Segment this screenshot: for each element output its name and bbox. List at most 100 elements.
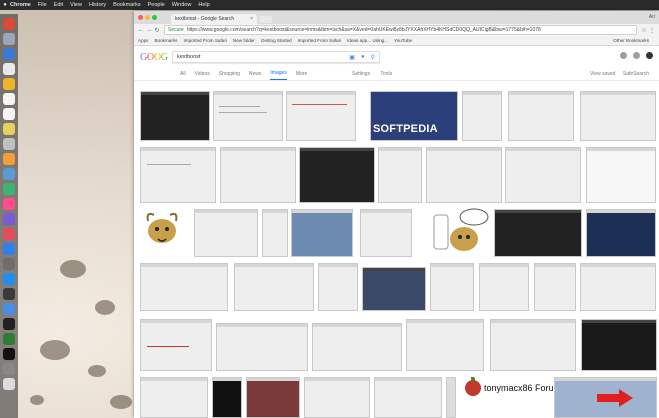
menu-dots-icon[interactable]: ⋮ [648,27,656,34]
tools-link[interactable]: Tools [380,71,392,77]
dock-app-icon[interactable] [3,17,15,30]
back-arrow-icon[interactable]: ← [137,27,145,33]
image-result[interactable] [262,209,288,257]
camera-icon[interactable]: ▣ [349,54,355,61]
dock-app-icon[interactable] [3,92,15,105]
tab-more[interactable]: More [296,71,307,80]
image-result[interactable] [286,91,356,141]
menu-item-bookmarks[interactable]: Bookmarks [113,2,141,8]
image-result[interactable] [140,147,216,203]
menu-item-file[interactable]: File [38,2,47,8]
safesearch-link[interactable]: SafeSearch [623,71,649,77]
image-result[interactable] [494,209,582,257]
image-result[interactable] [534,263,576,311]
bookmark-item[interactable]: Bookmarks [154,38,177,43]
bookmark-item[interactable]: Apps [138,38,148,43]
image-result[interactable] [304,377,370,418]
image-result[interactable] [581,319,657,371]
notifications-icon[interactable] [633,52,640,59]
minimize-window-icon[interactable] [145,15,150,20]
image-result[interactable] [462,91,502,141]
maximize-window-icon[interactable] [152,15,157,20]
dock-app-icon[interactable] [3,242,15,255]
bookmark-item[interactable]: YouTube [394,38,412,43]
dock-app-icon[interactable] [3,332,15,345]
trash-icon[interactable] [3,377,15,390]
image-result[interactable] [554,377,657,418]
dock-app-icon[interactable] [3,107,15,120]
image-result[interactable] [508,91,574,141]
microphone-icon[interactable]: ● [361,54,365,60]
image-result[interactable] [140,319,212,371]
new-tab-button[interactable] [260,16,272,23]
image-result[interactable] [299,147,375,203]
search-input[interactable]: kextboost ▣ ● ⚲ [172,51,380,63]
image-result[interactable] [430,263,474,311]
image-result[interactable] [406,319,484,371]
dock-app-icon[interactable] [3,77,15,90]
avatar[interactable] [646,52,653,59]
dock-app-icon[interactable] [3,32,15,45]
tab-shopping[interactable]: Shopping [219,71,240,80]
address-bar[interactable]: Secure https://www.google.com/search?q=k… [164,25,637,35]
dock-app-icon[interactable] [3,197,15,210]
dock-app-icon[interactable] [3,362,15,375]
bookmark-item[interactable]: Imported From Safari [183,38,226,43]
dock-app-icon[interactable] [3,347,15,360]
dock-app-icon[interactable] [3,182,15,195]
bookmark-item[interactable]: Ideas app... Using... [347,38,388,43]
star-icon[interactable]: ☆ [640,27,648,34]
image-result[interactable] [216,323,308,371]
dock-app-icon[interactable] [3,212,15,225]
settings-link[interactable]: Settings [352,71,370,77]
image-result[interactable] [312,323,402,371]
menu-item-view[interactable]: View [70,2,82,8]
reload-icon[interactable]: ↻ [153,27,161,34]
image-result[interactable] [291,209,353,257]
profile-name[interactable]: Ari [649,14,655,20]
image-result[interactable] [318,263,358,311]
image-result[interactable] [378,147,422,203]
bookmark-item[interactable]: New folder [233,38,255,43]
image-result[interactable] [580,263,656,311]
menu-item-window[interactable]: Window [172,2,192,8]
dock-app-icon[interactable] [3,62,15,75]
bookmark-item[interactable]: Getting Started [261,38,292,43]
tab-all[interactable]: All [180,71,186,80]
menu-item-people[interactable]: People [148,2,165,8]
image-result[interactable] [360,209,412,257]
image-result[interactable]: SOFTPEDIA [370,91,458,141]
close-window-icon[interactable] [138,15,143,20]
dock-app-icon[interactable] [3,137,15,150]
other-bookmarks[interactable]: Other Bookmarks [613,38,649,43]
image-result[interactable] [374,377,442,418]
image-result[interactable] [140,377,208,418]
browser-tab[interactable]: kextboost - Google Search × [171,14,257,24]
dock-app-icon[interactable] [3,152,15,165]
dock-app-icon[interactable] [3,257,15,270]
google-logo[interactable]: GOOGLE [140,52,180,63]
image-result[interactable] [234,263,314,311]
image-result[interactable] [212,377,242,418]
image-result[interactable] [426,147,502,203]
dock-app-icon[interactable] [3,287,15,300]
tab-news[interactable]: News [249,71,262,80]
forward-arrow-icon[interactable]: → [145,27,153,33]
dock-app-icon[interactable] [3,227,15,240]
apps-grid-icon[interactable] [620,52,627,59]
image-result[interactable] [586,147,656,203]
dock-app-icon[interactable] [3,272,15,285]
search-icon[interactable]: ⚲ [371,54,375,61]
dock-app-icon[interactable] [3,167,15,180]
dock-app-icon[interactable] [3,122,15,135]
image-result[interactable] [194,209,258,257]
menu-item-help[interactable]: Help [198,2,209,8]
image-result[interactable] [362,267,426,311]
dock-app-icon[interactable] [3,302,15,315]
image-result[interactable] [490,319,576,371]
dock-app-icon[interactable] [3,47,15,60]
image-result[interactable] [220,147,296,203]
apple-menu-icon[interactable]: ● [0,2,10,8]
image-result[interactable] [446,377,456,418]
image-result[interactable] [246,377,300,418]
